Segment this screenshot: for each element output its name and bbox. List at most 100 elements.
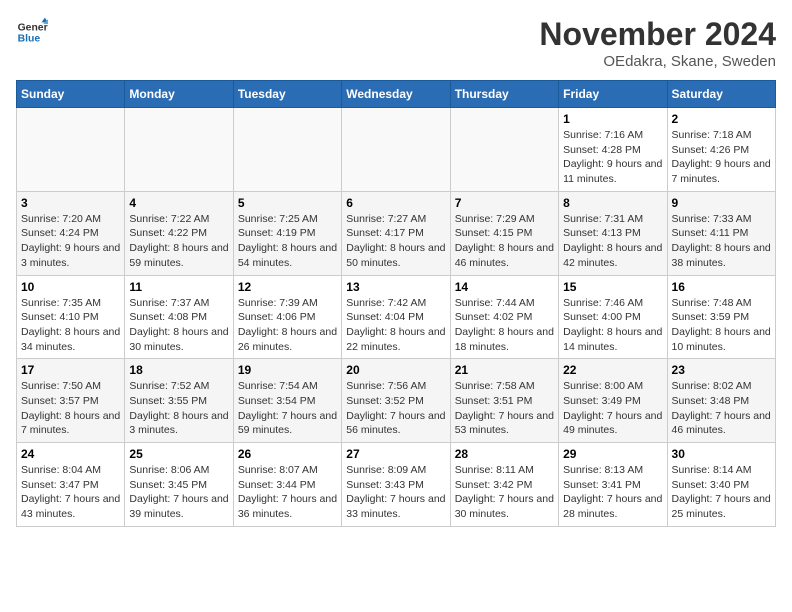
day-number: 1 [563, 112, 662, 126]
day-info: Sunrise: 8:14 AM Sunset: 3:40 PM Dayligh… [672, 463, 771, 522]
calendar-cell: 9 Sunrise: 7:33 AM Sunset: 4:11 PM Daylig… [667, 191, 775, 275]
day-number: 29 [563, 447, 662, 461]
day-number: 15 [563, 280, 662, 294]
day-info: Sunrise: 7:27 AM Sunset: 4:17 PM Dayligh… [346, 212, 445, 271]
day-info: Sunrise: 7:58 AM Sunset: 3:51 PM Dayligh… [455, 379, 554, 438]
svg-text:Blue: Blue [18, 34, 41, 45]
day-number: 21 [455, 363, 554, 377]
day-info: Sunrise: 7:52 AM Sunset: 3:55 PM Dayligh… [129, 379, 228, 438]
calendar-cell: 16 Sunrise: 7:48 AM Sunset: 3:59 PM Dayli… [667, 275, 775, 359]
calendar-cell: 21 Sunrise: 7:58 AM Sunset: 3:51 PM Dayli… [450, 359, 558, 443]
day-number: 14 [455, 280, 554, 294]
location-subtitle: OEdakra, Skane, Sweden [539, 53, 776, 70]
day-info: Sunrise: 7:46 AM Sunset: 4:00 PM Dayligh… [563, 296, 662, 355]
calendar-cell: 7 Sunrise: 7:29 AM Sunset: 4:15 PM Daylig… [450, 191, 558, 275]
header-sunday: Sunday [17, 81, 125, 108]
calendar-cell: 24 Sunrise: 8:04 AM Sunset: 3:47 PM Dayli… [17, 443, 125, 527]
calendar-cell: 6 Sunrise: 7:27 AM Sunset: 4:17 PM Daylig… [342, 191, 450, 275]
month-title: November 2024 [539, 16, 776, 53]
week-row-1: 3Sunrise: 7:20 AM Sunset: 4:24 PM Daylig… [17, 191, 776, 275]
calendar-cell: 17Sunrise: 7:50 AM Sunset: 3:57 PM Dayli… [17, 359, 125, 443]
header-saturday: Saturday [667, 81, 775, 108]
calendar-cell: 12 Sunrise: 7:39 AM Sunset: 4:06 PM Dayli… [233, 275, 341, 359]
calendar-cell: 13 Sunrise: 7:42 AM Sunset: 4:04 PM Dayli… [342, 275, 450, 359]
calendar-cell: 28 Sunrise: 8:11 AM Sunset: 3:42 PM Dayli… [450, 443, 558, 527]
week-row-4: 24 Sunrise: 8:04 AM Sunset: 3:47 PM Dayli… [17, 443, 776, 527]
header-row: SundayMondayTuesdayWednesdayThursdayFrid… [17, 81, 776, 108]
header-tuesday: Tuesday [233, 81, 341, 108]
day-number: 24 [21, 447, 120, 461]
calendar-cell: 26Sunrise: 8:07 AM Sunset: 3:44 PM Dayli… [233, 443, 341, 527]
calendar-cell: 8 Sunrise: 7:31 AM Sunset: 4:13 PM Daylig… [559, 191, 667, 275]
day-info: Sunrise: 7:50 AM Sunset: 3:57 PM Dayligh… [21, 379, 120, 438]
svg-text:General: General [18, 22, 48, 33]
day-number: 12 [238, 280, 337, 294]
day-number: 9 [672, 196, 771, 210]
day-info: Sunrise: 7:37 AM Sunset: 4:08 PM Dayligh… [129, 296, 228, 355]
day-number: 7 [455, 196, 554, 210]
calendar-header: SundayMondayTuesdayWednesdayThursdayFrid… [17, 81, 776, 108]
day-info: Sunrise: 7:22 AM Sunset: 4:22 PM Dayligh… [129, 212, 228, 271]
day-info: Sunrise: 8:07 AM Sunset: 3:44 PM Dayligh… [238, 463, 337, 522]
day-number: 25 [129, 447, 228, 461]
day-info: Sunrise: 7:16 AM Sunset: 4:28 PM Dayligh… [563, 128, 662, 187]
calendar-cell: 11Sunrise: 7:37 AM Sunset: 4:08 PM Dayli… [125, 275, 233, 359]
day-number: 23 [672, 363, 771, 377]
calendar-cell: 5 Sunrise: 7:25 AM Sunset: 4:19 PM Daylig… [233, 191, 341, 275]
day-number: 19 [238, 363, 337, 377]
day-info: Sunrise: 7:31 AM Sunset: 4:13 PM Dayligh… [563, 212, 662, 271]
header-monday: Monday [125, 81, 233, 108]
day-info: Sunrise: 7:20 AM Sunset: 4:24 PM Dayligh… [21, 212, 120, 271]
day-number: 20 [346, 363, 445, 377]
day-info: Sunrise: 7:35 AM Sunset: 4:10 PM Dayligh… [21, 296, 120, 355]
calendar-cell: 29 Sunrise: 8:13 AM Sunset: 3:41 PM Dayli… [559, 443, 667, 527]
day-number: 13 [346, 280, 445, 294]
day-info: Sunrise: 8:13 AM Sunset: 3:41 PM Dayligh… [563, 463, 662, 522]
week-row-3: 17Sunrise: 7:50 AM Sunset: 3:57 PM Dayli… [17, 359, 776, 443]
day-info: Sunrise: 8:09 AM Sunset: 3:43 PM Dayligh… [346, 463, 445, 522]
calendar-cell [17, 108, 125, 192]
day-info: Sunrise: 8:11 AM Sunset: 3:42 PM Dayligh… [455, 463, 554, 522]
week-row-2: 10 Sunrise: 7:35 AM Sunset: 4:10 PM Dayli… [17, 275, 776, 359]
day-number: 8 [563, 196, 662, 210]
calendar-cell: 23Sunrise: 8:02 AM Sunset: 3:48 PM Dayli… [667, 359, 775, 443]
calendar-cell [125, 108, 233, 192]
day-info: Sunrise: 8:04 AM Sunset: 3:47 PM Dayligh… [21, 463, 120, 522]
calendar-cell: 27Sunrise: 8:09 AM Sunset: 3:43 PM Dayli… [342, 443, 450, 527]
day-number: 10 [21, 280, 120, 294]
calendar-cell [233, 108, 341, 192]
day-number: 5 [238, 196, 337, 210]
day-info: Sunrise: 8:06 AM Sunset: 3:45 PM Dayligh… [129, 463, 228, 522]
calendar-cell: 10 Sunrise: 7:35 AM Sunset: 4:10 PM Dayli… [17, 275, 125, 359]
day-info: Sunrise: 7:42 AM Sunset: 4:04 PM Dayligh… [346, 296, 445, 355]
calendar-cell: 4 Sunrise: 7:22 AM Sunset: 4:22 PM Daylig… [125, 191, 233, 275]
day-info: Sunrise: 7:39 AM Sunset: 4:06 PM Dayligh… [238, 296, 337, 355]
calendar-cell: 22Sunrise: 8:00 AM Sunset: 3:49 PM Dayli… [559, 359, 667, 443]
day-number: 6 [346, 196, 445, 210]
header-friday: Friday [559, 81, 667, 108]
day-number: 18 [129, 363, 228, 377]
logo: General Blue [16, 16, 48, 48]
day-info: Sunrise: 7:56 AM Sunset: 3:52 PM Dayligh… [346, 379, 445, 438]
week-row-0: 1 Sunrise: 7:16 AM Sunset: 4:28 PM Daylig… [17, 108, 776, 192]
day-info: Sunrise: 7:29 AM Sunset: 4:15 PM Dayligh… [455, 212, 554, 271]
day-number: 30 [672, 447, 771, 461]
day-info: Sunrise: 7:33 AM Sunset: 4:11 PM Dayligh… [672, 212, 771, 271]
day-info: Sunrise: 7:25 AM Sunset: 4:19 PM Dayligh… [238, 212, 337, 271]
calendar-cell: 1 Sunrise: 7:16 AM Sunset: 4:28 PM Daylig… [559, 108, 667, 192]
calendar-cell: 3Sunrise: 7:20 AM Sunset: 4:24 PM Daylig… [17, 191, 125, 275]
calendar-cell [450, 108, 558, 192]
calendar-cell: 15 Sunrise: 7:46 AM Sunset: 4:00 PM Dayli… [559, 275, 667, 359]
day-number: 4 [129, 196, 228, 210]
day-number: 28 [455, 447, 554, 461]
day-info: Sunrise: 7:48 AM Sunset: 3:59 PM Dayligh… [672, 296, 771, 355]
calendar-cell: 14Sunrise: 7:44 AM Sunset: 4:02 PM Dayli… [450, 275, 558, 359]
header-thursday: Thursday [450, 81, 558, 108]
page-header: General Blue November 2024 OEdakra, Skan… [16, 16, 776, 70]
day-number: 16 [672, 280, 771, 294]
header-wednesday: Wednesday [342, 81, 450, 108]
day-info: Sunrise: 7:54 AM Sunset: 3:54 PM Dayligh… [238, 379, 337, 438]
day-number: 2 [672, 112, 771, 126]
calendar-cell: 30 Sunrise: 8:14 AM Sunset: 3:40 PM Dayli… [667, 443, 775, 527]
calendar-cell: 19 Sunrise: 7:54 AM Sunset: 3:54 PM Dayli… [233, 359, 341, 443]
